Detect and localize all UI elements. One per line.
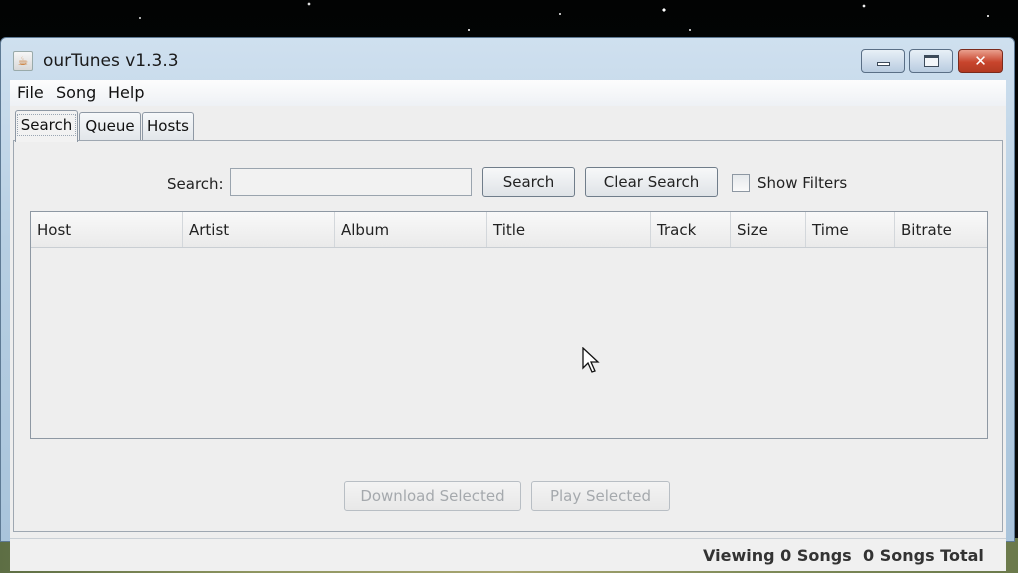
- title-bar[interactable]: ☕ ourTunes v1.3.3 ✕: [1, 38, 1014, 78]
- search-input[interactable]: [230, 168, 472, 196]
- tab-search-label: Search: [16, 114, 77, 136]
- search-button[interactable]: Search: [482, 167, 575, 197]
- total-count: 0 Songs Total: [863, 546, 984, 565]
- column-header-time[interactable]: Time: [806, 212, 895, 247]
- download-selected-button[interactable]: Download Selected: [344, 481, 521, 511]
- menu-help[interactable]: Help: [108, 83, 144, 102]
- tab-hosts[interactable]: Hosts: [142, 112, 194, 140]
- maximize-icon: [924, 55, 939, 67]
- column-header-size[interactable]: Size: [731, 212, 806, 247]
- minimize-button[interactable]: [861, 49, 905, 73]
- viewing-count: Viewing 0 Songs: [703, 546, 852, 565]
- window-title: ourTunes v1.3.3: [43, 51, 179, 71]
- tab-queue[interactable]: Queue: [79, 112, 141, 140]
- column-header-title[interactable]: Title: [487, 212, 651, 247]
- column-header-album[interactable]: Album: [335, 212, 487, 247]
- column-header-bitrate[interactable]: Bitrate: [895, 212, 987, 247]
- minimize-icon: [877, 62, 890, 66]
- play-selected-button[interactable]: Play Selected: [531, 481, 670, 511]
- close-icon: ✕: [974, 52, 987, 70]
- menu-bar: File Song Help: [10, 80, 1006, 106]
- mouse-cursor-icon: [582, 347, 600, 373]
- close-button[interactable]: ✕: [958, 49, 1003, 73]
- tab-search[interactable]: Search: [15, 110, 78, 142]
- show-filters-checkbox[interactable]: [732, 174, 750, 192]
- app-window: ☕ ourTunes v1.3.3 ✕ File Song Help Searc…: [0, 37, 1015, 571]
- menu-song[interactable]: Song: [56, 83, 96, 102]
- show-filters-label: Show Filters: [757, 174, 848, 192]
- search-panel: Search: Search Clear Search Show Filters…: [13, 140, 1003, 532]
- menu-file[interactable]: File: [17, 83, 44, 102]
- main-content: Search Queue Hosts Search: Search Clear …: [10, 106, 1006, 538]
- maximize-button[interactable]: [909, 49, 953, 73]
- clear-search-button[interactable]: Clear Search: [585, 167, 718, 197]
- column-header-host[interactable]: Host: [31, 212, 183, 247]
- column-header-track[interactable]: Track: [651, 212, 731, 247]
- table-header: Host Artist Album Title Track Size Time …: [31, 212, 987, 248]
- table-body[interactable]: [31, 248, 987, 438]
- status-bar: Viewing 0 Songs 0 Songs Total: [10, 538, 1006, 571]
- java-app-icon: ☕: [13, 51, 33, 71]
- column-header-artist[interactable]: Artist: [183, 212, 335, 247]
- search-label: Search:: [167, 175, 224, 193]
- results-table[interactable]: Host Artist Album Title Track Size Time …: [30, 211, 988, 439]
